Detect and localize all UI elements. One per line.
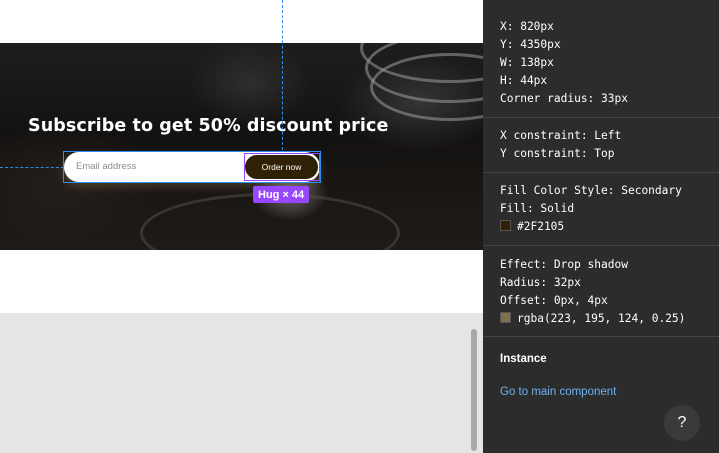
- hero-title[interactable]: Subscribe to get 50% discount price: [28, 116, 388, 136]
- effect-color-swatch[interactable]: [500, 312, 511, 323]
- corner-radius-value[interactable]: Corner radius: 33px: [500, 90, 719, 108]
- effect-type[interactable]: Effect: Drop shadow: [500, 256, 719, 274]
- effect-radius[interactable]: Radius: 32px: [500, 274, 719, 292]
- fill-section: Fill Color Style: Secondary Fill: Solid …: [483, 173, 719, 246]
- go-to-main-component-link[interactable]: Go to main component: [500, 386, 616, 398]
- next-section-frame[interactable]: [0, 313, 483, 453]
- position-section: X: 820px Y: 4350px W: 138px H: 44px Corn…: [483, 0, 719, 118]
- y-constraint[interactable]: Y constraint: Top: [500, 145, 719, 163]
- component-selection-outline[interactable]: [244, 153, 320, 181]
- effect-section: Effect: Drop shadow Radius: 32px Offset:…: [483, 246, 719, 337]
- hero-banner-frame[interactable]: Subscribe to get 50% discount price: [0, 43, 483, 250]
- fill-color-swatch[interactable]: [500, 220, 511, 231]
- help-button[interactable]: ?: [664, 405, 700, 441]
- fill-style[interactable]: Fill Color Style: Secondary: [500, 182, 719, 200]
- effect-offset[interactable]: Offset: 0px, 4px: [500, 292, 719, 310]
- question-icon: ?: [677, 414, 687, 431]
- effect-color-value: rgba(223, 195, 124, 0.25): [517, 312, 686, 325]
- constraints-section: X constraint: Left Y constraint: Top: [483, 118, 719, 173]
- inspector-panel: X: 820px Y: 4350px W: 138px H: 44px Corn…: [483, 0, 719, 453]
- x-constraint[interactable]: X constraint: Left: [500, 127, 719, 145]
- effect-color-row[interactable]: rgba(223, 195, 124, 0.25): [500, 310, 719, 328]
- height-value[interactable]: H: 44px: [500, 72, 719, 90]
- alignment-guide-vertical: [282, 0, 283, 150]
- width-value[interactable]: W: 138px: [500, 54, 719, 72]
- fill-color-value: #2F2105: [517, 220, 565, 233]
- y-value[interactable]: Y: 4350px: [500, 36, 719, 54]
- instance-heading: Instance: [500, 353, 547, 365]
- size-badge: Hug × 44: [253, 186, 310, 203]
- design-canvas[interactable]: Subscribe to get 50% discount price Emai…: [0, 0, 483, 453]
- alignment-guide-horizontal: [0, 167, 64, 168]
- fill-color-row[interactable]: #2F2105: [500, 218, 719, 236]
- x-value[interactable]: X: 820px: [500, 18, 719, 36]
- fill-type[interactable]: Fill: Solid: [500, 200, 719, 218]
- hero-overlay: [0, 43, 483, 250]
- canvas-scrollbar[interactable]: [471, 329, 477, 451]
